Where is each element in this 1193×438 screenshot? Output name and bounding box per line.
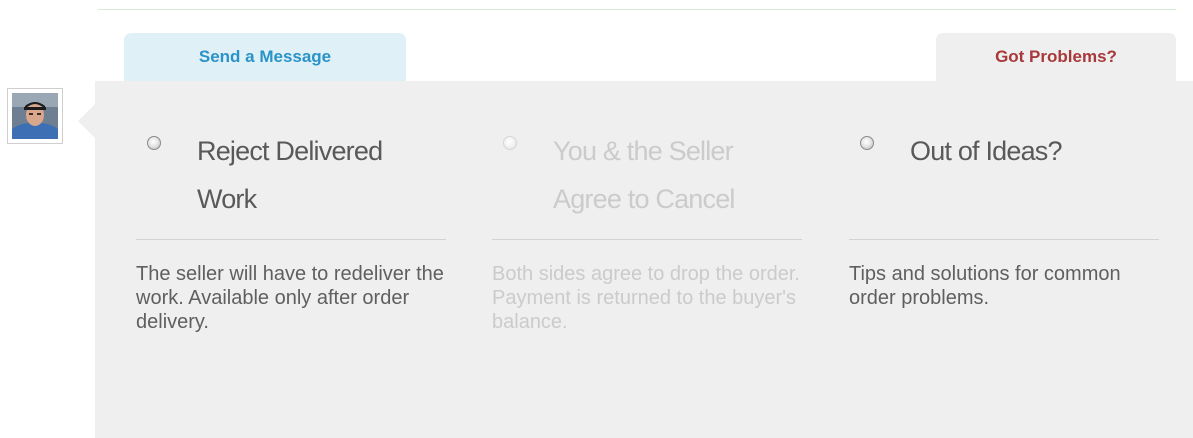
option-description: Tips and solutions for common order prob… [849, 263, 1121, 309]
option-description: Both sides agree to drop the order. Paym… [492, 263, 800, 333]
option-title: You & the Seller Agree to Cancel [553, 136, 735, 214]
out-of-ideas-radio[interactable] [860, 136, 874, 150]
option-out-of-ideas[interactable]: Out of Ideas? Tips and solutions for com… [849, 127, 1159, 310]
option-title: Reject Delivered Work [197, 136, 383, 214]
option-divider [492, 239, 802, 240]
option-divider [136, 239, 446, 240]
option-reject-delivered-work[interactable]: Reject Delivered Work The seller will ha… [136, 127, 446, 334]
option-agree-to-cancel: You & the Seller Agree to Cancel Both si… [492, 127, 802, 334]
reject-work-radio[interactable] [147, 136, 161, 150]
option-divider [849, 239, 1159, 240]
tab-send-message[interactable]: Send a Message [124, 33, 406, 81]
avatar[interactable] [7, 88, 63, 144]
tab-got-problems[interactable]: Got Problems? [936, 33, 1176, 81]
top-divider [98, 9, 1176, 10]
user-photo-icon [12, 93, 58, 139]
panel-pointer [78, 103, 96, 139]
option-title: Out of Ideas? [910, 136, 1063, 166]
agree-cancel-radio [503, 136, 517, 150]
option-description: The seller will have to redeliver the wo… [136, 263, 444, 333]
